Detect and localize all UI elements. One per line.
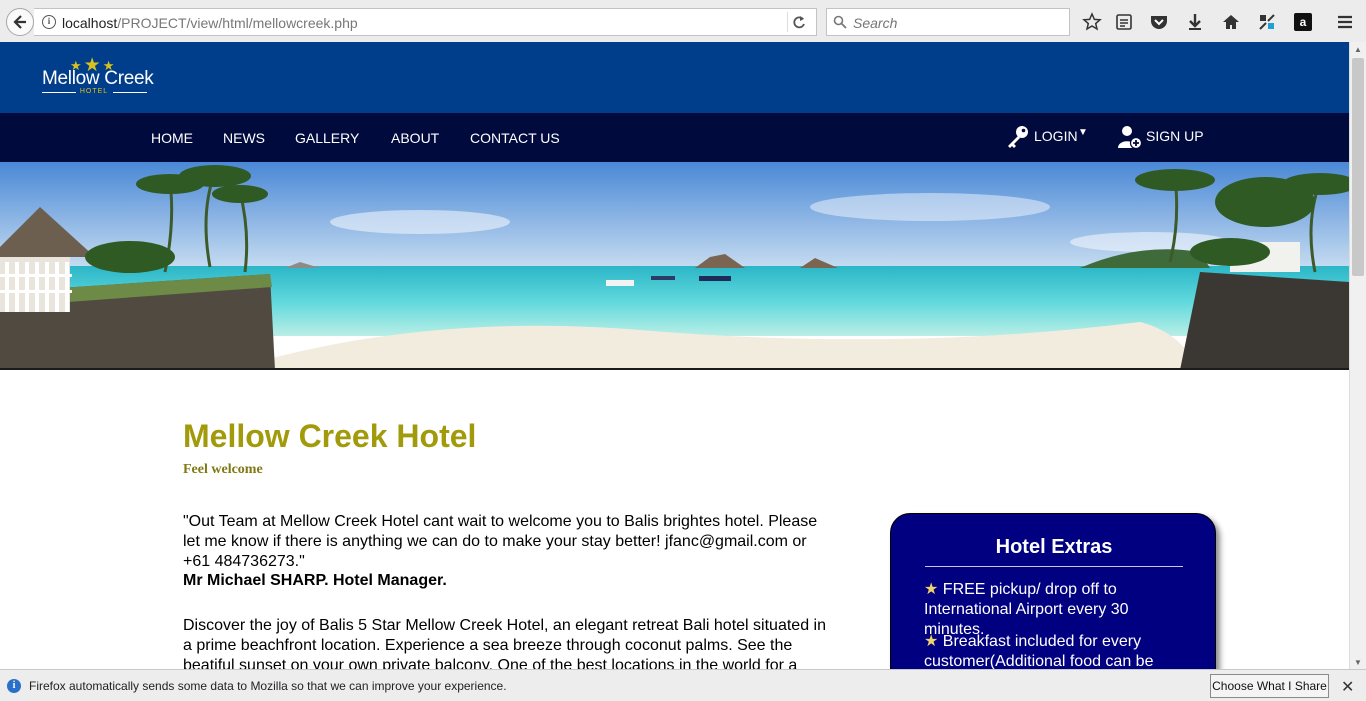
amazon-icon[interactable]: a (1293, 12, 1313, 32)
close-icon[interactable]: ✕ (1341, 677, 1354, 697)
main-nav: HOME NEWS GALLERY ABOUT CONTACT US LOGIN… (0, 113, 1349, 162)
page-scrollbar[interactable]: ▲ ▼ (1349, 42, 1366, 669)
reload-button[interactable] (787, 12, 810, 32)
scroll-up-arrow-icon[interactable]: ▲ (1354, 45, 1362, 54)
logo-name: Mellow Creek (42, 68, 154, 89)
nav-contact-us[interactable]: CONTACT US (470, 130, 560, 146)
search-input[interactable] (851, 13, 1065, 33)
hotel-logo[interactable]: ★★★ Mellow Creek HOTEL (40, 53, 154, 103)
signup-label: SIGN UP (1146, 128, 1204, 144)
extras-divider (925, 566, 1183, 567)
extras-title: Hotel Extras (995, 536, 1113, 558)
reading-list-icon[interactable] (1114, 12, 1134, 32)
manager-quote: "Out Team at Mellow Creek Hotel cant wai… (183, 513, 818, 570)
pocket-icon[interactable] (1149, 12, 1169, 32)
nav-gallery[interactable]: GALLERY (295, 130, 359, 146)
extension-puzzle-icon[interactable] (1257, 12, 1277, 32)
url-text[interactable]: localhost/PROJECT/view/html/mellowcreek.… (62, 15, 358, 31)
page-subtitle: Feel welcome (183, 462, 263, 477)
extras-item: ★ Breakfast included for every customer(… (924, 633, 1154, 669)
nav-news[interactable]: NEWS (223, 130, 265, 146)
add-user-icon (1118, 126, 1143, 150)
back-button[interactable] (6, 8, 34, 36)
home-icon[interactable] (1221, 12, 1241, 32)
page-content: ★★★ Mellow Creek HOTEL HOME NEWS GALLERY… (0, 42, 1349, 669)
bookmark-star-icon[interactable] (1082, 12, 1102, 32)
url-bar[interactable]: i localhost/PROJECT/view/html/mellowcree… (34, 8, 817, 36)
nav-home[interactable]: HOME (151, 130, 193, 146)
search-field[interactable] (826, 8, 1070, 36)
caret-down-icon: ▼ (1078, 127, 1088, 138)
signup-button[interactable]: SIGN UP (1117, 124, 1204, 150)
search-icon (833, 15, 847, 29)
login-label: LOGIN (1034, 128, 1078, 144)
back-arrow-icon (13, 15, 26, 29)
choose-what-i-share-button[interactable]: Choose What I Share (1210, 674, 1329, 698)
telemetry-notification-bar: i Firefox automatically sends some data … (0, 669, 1366, 701)
key-icon (1008, 126, 1028, 148)
page-title: Mellow Creek Hotel (183, 418, 477, 454)
star-bullet-icon: ★ (924, 581, 939, 598)
svg-text:a: a (1300, 15, 1307, 29)
site-info-icon[interactable]: i (42, 15, 56, 29)
star-bullet-icon: ★ (924, 633, 939, 650)
hotel-description: Discover the joy of Balis 5 Star Mellow … (183, 617, 826, 669)
download-icon[interactable] (1185, 12, 1205, 32)
site-header: ★★★ Mellow Creek HOTEL (0, 42, 1349, 113)
nav-about[interactable]: ABOUT (391, 130, 439, 146)
scroll-down-arrow-icon[interactable]: ▼ (1354, 658, 1362, 667)
scrollbar-thumb[interactable] (1352, 58, 1364, 276)
reload-icon (793, 16, 805, 29)
manager-signature: Mr Michael SHARP. Hotel Manager. (183, 572, 447, 589)
browser-toolbar: i localhost/PROJECT/view/html/mellowcree… (0, 0, 1366, 43)
menu-hamburger-icon[interactable] (1335, 12, 1355, 32)
info-icon: i (7, 679, 21, 693)
beach-panorama (0, 162, 1349, 368)
login-button[interactable]: LOGIN ▼ (1005, 124, 1091, 150)
hotel-extras-panel: Hotel Extras ★ FREE pickup/ drop off to … (890, 513, 1216, 669)
notification-text: Firefox automatically sends some data to… (29, 679, 507, 693)
logo-subtitle: HOTEL (79, 88, 109, 95)
extras-item: ★ FREE pickup/ drop off to International… (924, 581, 1129, 638)
beach-banner-image (0, 162, 1349, 370)
